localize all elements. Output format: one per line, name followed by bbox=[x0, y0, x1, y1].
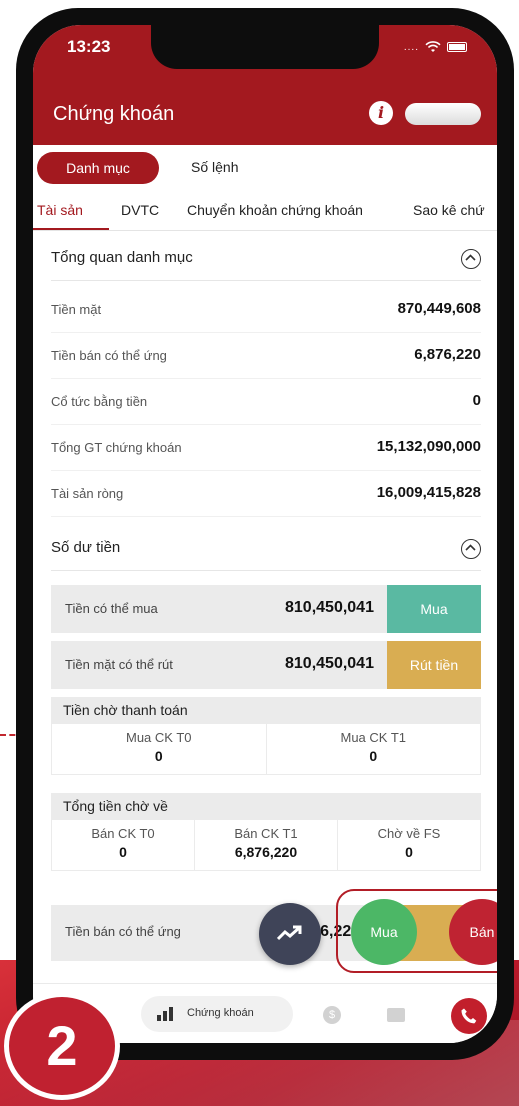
nav-item-label: Chứng khoán bbox=[187, 1007, 254, 1019]
buy-power-value: 810,450,041 bbox=[285, 599, 374, 616]
balance-header[interactable]: Số dư tiền bbox=[51, 527, 481, 571]
info-icon[interactable]: i bbox=[369, 101, 393, 125]
advance-label: Tiền bán có thể ứng bbox=[65, 924, 181, 939]
segment-so-lenh[interactable]: Số lệnh bbox=[191, 159, 238, 175]
row-value: 0 bbox=[472, 392, 481, 409]
withdraw-label: Tiền mặt có thể rút bbox=[65, 657, 173, 672]
buy-button[interactable]: Mua bbox=[387, 585, 481, 633]
phone-icon bbox=[461, 1008, 477, 1024]
receive-cell: Chờ về FS 0 bbox=[338, 820, 480, 870]
pending-receive-header: Tổng tiền chờ về bbox=[51, 793, 481, 819]
phone-screen: 13:23 .... Chứng khoán i Danh mục Số lện… bbox=[33, 25, 497, 1043]
overview-row: Tổng GT chứng khoán 15,132,090,000 bbox=[51, 425, 481, 471]
bar-chart-icon bbox=[157, 1007, 179, 1021]
buy-power-label: Tiền có thể mua bbox=[65, 601, 158, 616]
overview-row: Tiền mặt 870,449,608 bbox=[51, 287, 481, 333]
row-label: Tiền bán có thể ứng bbox=[51, 348, 167, 363]
withdraw-button[interactable]: Rút tiền bbox=[387, 641, 481, 689]
pending-payment-title: Tiền chờ thanh toán bbox=[63, 702, 188, 718]
receive-cell: Bán CK T1 6,876,220 bbox=[195, 820, 338, 870]
call-button[interactable] bbox=[451, 998, 487, 1034]
coin-icon[interactable]: $ bbox=[323, 1006, 341, 1024]
tab-sao-ke[interactable]: Sao kê chứ bbox=[413, 202, 485, 218]
receive-cell: Bán CK T0 0 bbox=[52, 820, 195, 870]
pending-cell: Mua CK T1 0 bbox=[267, 724, 481, 774]
overview-row: Cổ tức bằng tiền 0 bbox=[51, 379, 481, 425]
cell-value: 0 bbox=[369, 748, 378, 764]
wifi-icon bbox=[425, 41, 441, 52]
status-time: 13:23 bbox=[67, 37, 111, 56]
row-value: 16,009,415,828 bbox=[376, 484, 481, 501]
tab-tai-san[interactable]: Tài sản bbox=[37, 202, 83, 218]
row-label: Tiền mặt bbox=[51, 302, 102, 317]
pending-payment-grid: Mua CK T0 0 Mua CK T1 0 bbox=[51, 723, 481, 775]
buy-power-row: Tiền có thể mua 810,450,041 Mua bbox=[51, 585, 481, 633]
segment-danh-muc[interactable]: Danh mục bbox=[37, 152, 159, 184]
row-label: Tổng GT chứng khoán bbox=[51, 440, 182, 455]
tab-dvtc[interactable]: DVTC bbox=[121, 202, 159, 218]
quick-buy-button[interactable]: Mua bbox=[351, 899, 417, 965]
sub-tabs: Tài sản DVTC Chuyển khoản chứng khoán Sa… bbox=[33, 191, 497, 231]
withdraw-value: 810,450,041 bbox=[285, 655, 374, 672]
page-title: Chứng khoán bbox=[53, 103, 175, 125]
trending-up-icon bbox=[277, 925, 302, 941]
cell-value: 0 bbox=[405, 844, 413, 860]
signal-icon: .... bbox=[403, 41, 419, 53]
cell-value: 0 bbox=[154, 748, 163, 764]
cell-value: 0 bbox=[119, 844, 127, 860]
chevron-up-icon[interactable] bbox=[461, 539, 481, 559]
cell-value: 6,876,220 bbox=[234, 844, 298, 860]
pending-receive-title: Tổng tiền chờ về bbox=[63, 798, 168, 814]
tab-chuyen-khoan[interactable]: Chuyển khoản chứng khoán bbox=[187, 202, 363, 218]
row-label: Tài sản ròng bbox=[51, 486, 124, 501]
phone-notch bbox=[151, 25, 379, 69]
cell-label: Chờ về FS bbox=[377, 826, 441, 841]
cell-label: Mua CK T1 bbox=[340, 730, 406, 745]
pending-payment-header: Tiền chờ thanh toán bbox=[51, 697, 481, 723]
trend-fab[interactable] bbox=[259, 903, 321, 965]
withdraw-row: Tiền mặt có thể rút 810,450,041 Rút tiền bbox=[51, 641, 481, 689]
row-label: Cổ tức bằng tiền bbox=[51, 394, 148, 409]
nav-item-chung-khoan[interactable]: Chứng khoán bbox=[141, 996, 293, 1032]
row-value: 15,132,090,000 bbox=[376, 438, 481, 455]
row-value: 6,876,220 bbox=[414, 346, 481, 363]
overview-title: Tổng quan danh mục bbox=[51, 249, 193, 266]
cell-label: Bán CK T0 bbox=[91, 826, 155, 841]
overview-row: Tiền bán có thể ứng 6,876,220 bbox=[51, 333, 481, 379]
pending-receive-grid: Bán CK T0 0 Bán CK T1 6,876,220 Chờ về F… bbox=[51, 819, 481, 871]
segment-control: Danh mục Số lệnh bbox=[33, 145, 497, 191]
cell-label: Bán CK T1 bbox=[234, 826, 298, 841]
chevron-up-icon[interactable] bbox=[461, 249, 481, 269]
row-value: 870,449,608 bbox=[397, 300, 481, 317]
overview-row: Tài sản ròng 16,009,415,828 bbox=[51, 471, 481, 517]
tab-active-indicator bbox=[33, 228, 109, 230]
cell-label: Mua CK T0 bbox=[125, 730, 192, 745]
status-icons: .... bbox=[404, 41, 467, 53]
battery-icon bbox=[447, 42, 467, 52]
balance-title: Số dư tiền bbox=[51, 539, 121, 556]
account-toggle[interactable] bbox=[405, 103, 481, 125]
pending-cell: Mua CK T0 0 bbox=[52, 724, 267, 774]
wallet-icon[interactable] bbox=[387, 1008, 405, 1022]
step-badge: 2 bbox=[4, 992, 120, 1100]
overview-header[interactable]: Tổng quan danh mục bbox=[51, 237, 481, 281]
phone-frame: 13:23 .... Chứng khoán i Danh mục Số lện… bbox=[16, 8, 514, 1060]
